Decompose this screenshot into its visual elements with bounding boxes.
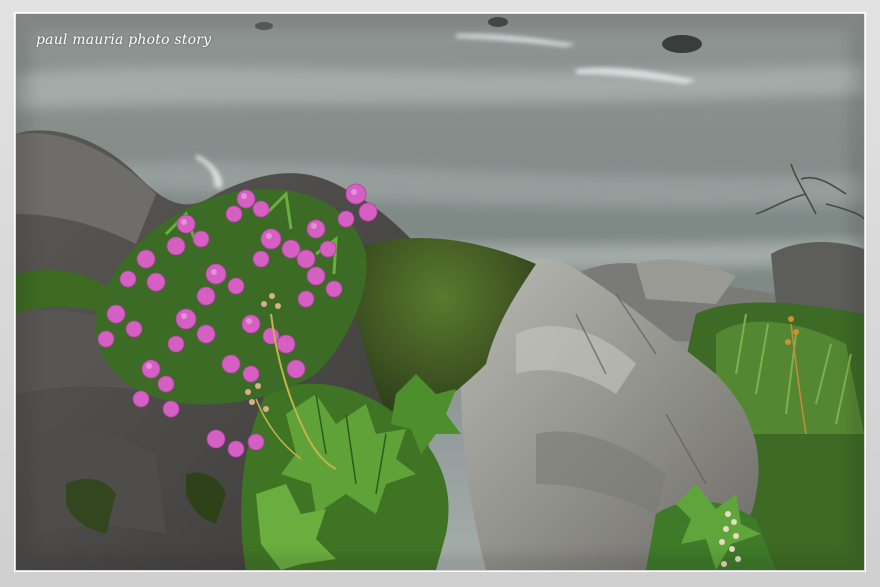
photo-scene: [16, 14, 864, 570]
photograph: paul mauria photo story: [14, 12, 866, 572]
foreground-leaves: [241, 374, 461, 570]
river-stone: [662, 35, 702, 53]
watermark-text: paul mauria photo story: [36, 32, 212, 48]
